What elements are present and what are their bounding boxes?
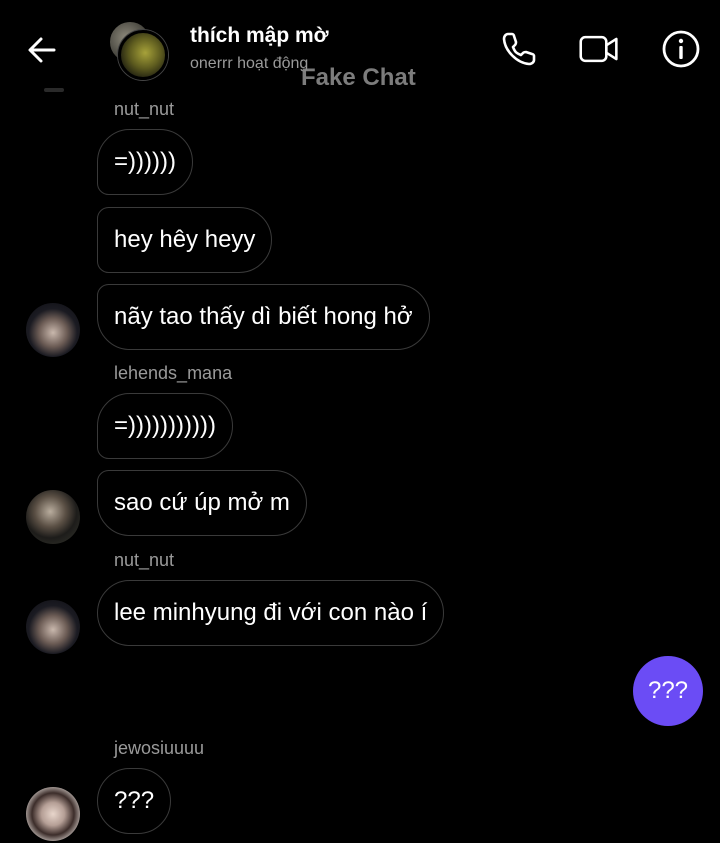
member-avatar-front: [118, 30, 168, 80]
message-bubble[interactable]: =))))))))))): [97, 393, 233, 459]
video-camera-icon[interactable]: [578, 28, 620, 70]
my-message-bubble[interactable]: ???: [633, 656, 703, 726]
back-arrow-icon[interactable]: [26, 34, 58, 66]
group-avatar[interactable]: [106, 20, 168, 80]
sender-avatar[interactable]: [26, 303, 80, 357]
scroll-edge-bubble: [44, 88, 64, 92]
watermark: Fake Chat: [301, 64, 416, 91]
sender-avatar[interactable]: [26, 787, 80, 841]
message-bubble[interactable]: hey hêy heyy: [97, 207, 273, 273]
message-bubble[interactable]: ???: [97, 768, 172, 834]
message-bubble[interactable]: sao cứ úp mở m: [97, 470, 307, 536]
sender-name: nut_nut: [114, 550, 175, 570]
chat-status: onerrr hoạt động: [190, 55, 309, 72]
sender-name: lehends_mana: [114, 363, 233, 383]
sender-avatar[interactable]: [26, 490, 80, 544]
phone-icon[interactable]: [498, 28, 540, 70]
sender-name: jewosiuuuu: [114, 738, 205, 758]
sender-name: nut_nut: [114, 99, 175, 119]
message-bubble[interactable]: nãy tao thấy dì biết hong hở: [97, 284, 430, 350]
chat-title[interactable]: thích mập mờ: [190, 24, 329, 48]
message-bubble[interactable]: lee minhyung đi với con nào í: [97, 580, 445, 646]
info-icon[interactable]: [660, 28, 702, 70]
message-bubble[interactable]: =)))))): [97, 129, 193, 195]
sender-avatar[interactable]: [26, 600, 80, 654]
chat-header: thích mập mờ onerrr hoạt động Fake Chat: [0, 0, 720, 92]
